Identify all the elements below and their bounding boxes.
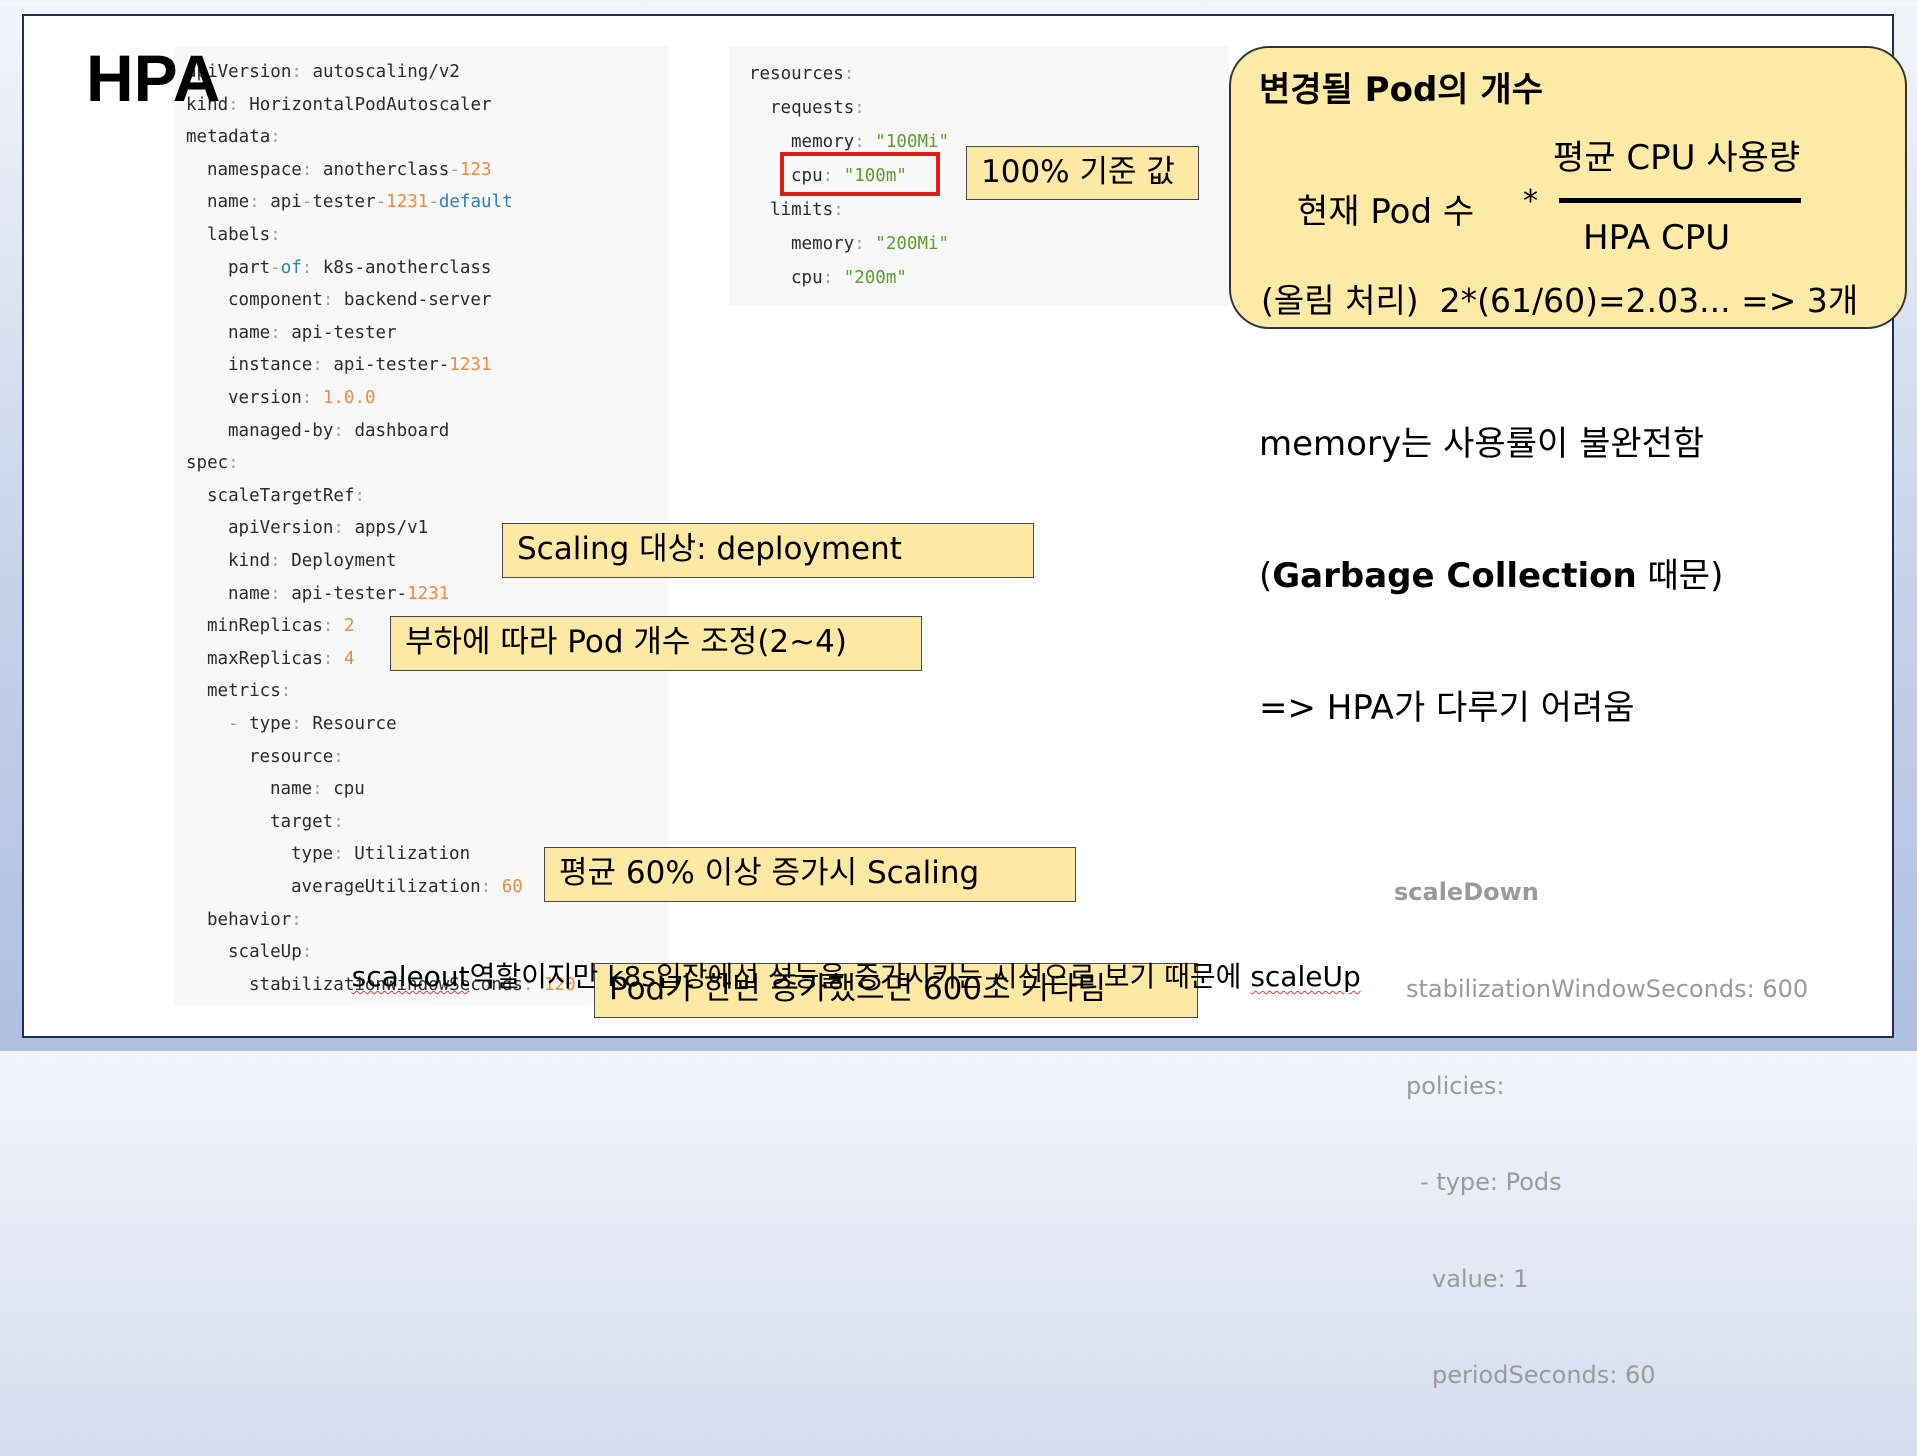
formula-result: (올림 처리) 2*(61/60)=2.03... => 3개 (1261, 281, 1859, 320)
yaml-key: managed-by (228, 420, 334, 441)
yaml-value: autoscaling/v2 (312, 62, 460, 82)
yaml-key: name (270, 779, 313, 800)
yaml-value: 60 (501, 877, 523, 897)
scaledown-line: policies: (1406, 1071, 1505, 1100)
scaledown-line: - type: Pods (1420, 1168, 1562, 1197)
slide: apiVersion: autoscaling/v2 kind: Horizon… (22, 14, 1907, 1389)
memory-note-line3: => HPA가 다루기 어려움 (1259, 688, 1635, 728)
yaml-key: spec (186, 453, 229, 474)
yaml-value: cpu (333, 779, 365, 800)
yaml-value: backend-server (343, 290, 492, 311)
yaml-value: apps/v1 (354, 518, 429, 539)
formula-box: 변경될 Pod의 개수 평균 CPU 사용량 현재 Pod 수 * HPA CP… (1229, 46, 1907, 329)
yaml-key: name (228, 322, 271, 343)
yaml-key: scaleTargetRef (207, 485, 355, 506)
yaml-value: "200Mi" (875, 234, 950, 254)
yaml-value: api-tester- (291, 583, 408, 604)
note-replicas: 부하에 따라 Pod 개수 조정(2~4) (390, 616, 922, 671)
yaml-key: memory (791, 234, 855, 254)
memory-note: memory는 사용률이 불완전함 (Garbage Collection 때문… (1259, 334, 1723, 818)
yaml-key: resources (749, 64, 844, 84)
yaml-value: 1231 (407, 583, 450, 604)
yaml-key: minReplicas (207, 616, 323, 637)
scaleup-comment-body: 역할이지만 k8s입장에선 성능을 증가시키는 시선으로 보기 때문에 (469, 960, 1251, 993)
yaml-value: api-tester- (333, 355, 450, 376)
fraction-line (1559, 198, 1801, 203)
yaml-value: 123 (459, 159, 492, 180)
formula-denominator: HPA CPU (1583, 218, 1731, 258)
scaleup-comment-term: scaleout (351, 960, 470, 993)
memory-note-line1: memory는 사용률이 불완전함 (1259, 424, 1705, 464)
formula-current-pods: 현재 Pod 수 (1297, 192, 1475, 232)
cpu-highlight-box (780, 152, 940, 196)
yaml-value: "200m" (843, 268, 907, 288)
note-cpu-base: 100% 기준 값 (966, 146, 1199, 200)
yaml-value: 1231 (449, 355, 492, 376)
yaml-left: apiVersion: autoscaling/v2 kind: Horizon… (186, 62, 576, 995)
formula-numerator: 평균 CPU 사용량 (1553, 138, 1801, 178)
yaml-key: type (249, 714, 292, 734)
yaml-key: requests (770, 98, 855, 118)
yaml-key: cpu (791, 268, 823, 288)
memory-note-line2: (Garbage Collection 때문) (1259, 556, 1724, 596)
yaml-value: 2 (343, 616, 355, 637)
yaml-key: name (207, 192, 250, 213)
yaml-value: tester (312, 192, 376, 213)
yaml-key: of (280, 257, 302, 278)
yaml-key: resource (249, 746, 334, 767)
yaml-key: version (228, 388, 302, 408)
scaledown-title: scaleDown (1394, 878, 1539, 907)
scaledown-line: stabilizationWindowSeconds: 600 (1406, 975, 1809, 1004)
scaledown-line: periodSeconds: 60 (1432, 1361, 1656, 1390)
yaml-key: part (228, 257, 271, 278)
yaml-key: kind (228, 551, 271, 571)
yaml-value: api-tester (291, 322, 397, 343)
yaml-value: default (438, 192, 513, 213)
yaml-value: Resource (312, 714, 397, 734)
page-title: HPA (86, 41, 221, 115)
yaml-value: anotherclass (322, 159, 450, 180)
scaleup-comment: scaleout역할이지만 k8s입장에선 성능을 증가시키는 시선으로 보기 … (316, 922, 1361, 1028)
yaml-value: dashboard (354, 420, 450, 441)
yaml-key: name (228, 583, 271, 604)
yaml-key: instance (228, 355, 313, 376)
yaml-key: maxReplicas (207, 648, 323, 669)
yaml-key: namespace (207, 159, 302, 180)
yaml-value: api (270, 192, 302, 213)
note-scaling-target: Scaling 대상: deployment (502, 523, 1034, 578)
yaml-value: 1.0.0 (322, 388, 376, 408)
formula-heading: 변경될 Pod의 개수 (1259, 70, 1543, 110)
scaledown-line: value: 1 (1432, 1264, 1529, 1293)
scaleup-comment-term: scaleUp (1250, 960, 1361, 993)
yaml-value: Deployment (291, 551, 397, 571)
yaml-key: apiVersion (228, 518, 334, 539)
garbage-collection-term: Garbage Collection (1272, 556, 1637, 596)
yaml-key: averageUtilization (291, 877, 481, 897)
yaml-key: behavior (207, 909, 292, 930)
yaml-value: Utilization (354, 844, 471, 865)
yaml-key: target (270, 811, 334, 832)
formula-times: * (1523, 184, 1538, 219)
yaml-key: metrics (207, 681, 281, 702)
yaml-key: scaleUp (228, 942, 302, 963)
yaml-key: labels (207, 225, 271, 245)
yaml-value: k8s-anotherclass (322, 257, 492, 278)
yaml-key: limits (770, 200, 834, 220)
note-avg-utilization: 평균 60% 이상 증가시 Scaling (544, 847, 1076, 902)
yaml-value: 1231 (386, 192, 429, 213)
yaml-key: metadata (186, 127, 271, 148)
yaml-key: type (291, 844, 334, 865)
yaml-value: 4 (343, 648, 355, 669)
yaml-key: memory (791, 132, 855, 152)
scaledown-block: scaleDown stabilizationWindowSeconds: 60… (1394, 812, 1808, 1456)
yaml-key: component (228, 290, 323, 311)
yaml-value: HorizontalPodAutoscaler (249, 94, 492, 115)
yaml-value: "100Mi" (875, 132, 950, 152)
